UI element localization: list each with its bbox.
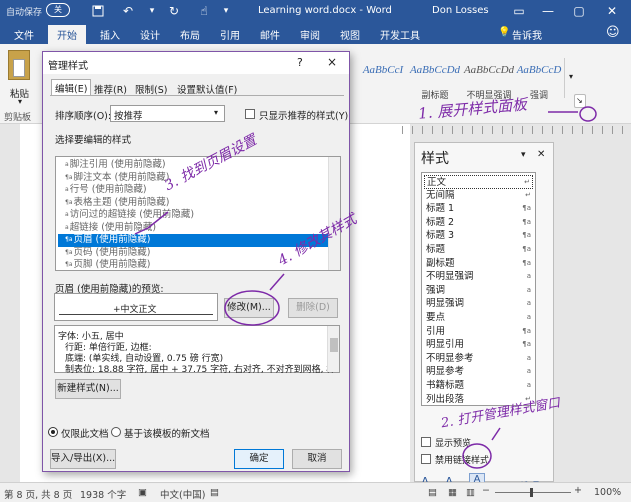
annotation-arrow-4 <box>269 273 285 291</box>
annotation-arrow-2 <box>491 427 501 441</box>
annotation-circle-manage <box>462 443 492 469</box>
annotation-arrow-3 <box>134 211 169 235</box>
annotation-circle-launcher <box>579 106 597 122</box>
annotation-circle-modify <box>224 290 280 326</box>
